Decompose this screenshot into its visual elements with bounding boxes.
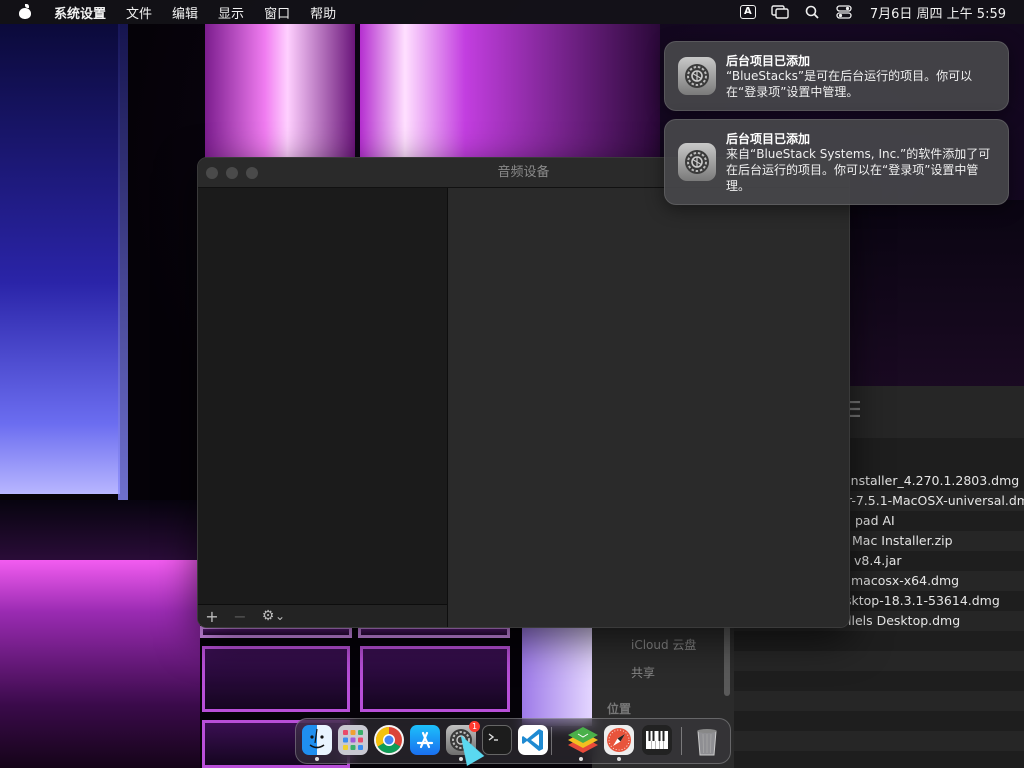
wallpaper-edge <box>118 24 128 504</box>
wallpaper-pillar <box>360 24 660 159</box>
safari-icon[interactable] <box>604 725 634 761</box>
input-method-icon[interactable]: A <box>735 0 761 24</box>
wallpaper-panel-bottom-left <box>0 560 200 768</box>
trash-icon[interactable] <box>692 725 722 756</box>
screen-mirroring-icon[interactable] <box>767 0 793 24</box>
running-indicator <box>579 757 583 761</box>
notification-badge: 1 <box>469 721 480 732</box>
menu-file[interactable]: 文件 <box>116 3 162 22</box>
system-settings-icon <box>678 143 716 181</box>
file-name: llels Desktop.dmg <box>848 613 961 628</box>
finder-icon[interactable] <box>302 725 332 761</box>
system-settings-icon <box>678 57 716 95</box>
list-item <box>734 711 1024 731</box>
app-store-icon[interactable] <box>410 725 440 755</box>
piano-icon[interactable] <box>642 725 672 755</box>
menu-window[interactable]: 窗口 <box>254 3 300 22</box>
list-item <box>734 691 1024 711</box>
finder-sidebar-scrollbar[interactable] <box>724 626 730 696</box>
menu-edit[interactable]: 编辑 <box>162 3 208 22</box>
control-center-icon[interactable] <box>831 0 857 24</box>
notification-title: 后台项目已添加 <box>726 132 811 146</box>
device-list-toolbar: + − ⚙ ⌄ <box>198 604 447 627</box>
wallpaper-panel-right <box>848 200 1024 390</box>
file-name: macosx-x64.dmg <box>851 573 960 588</box>
audio-devices-window: 音频设备 + − ⚙ ⌄ <box>197 157 850 628</box>
chevron-down-icon[interactable]: ⌄ <box>274 609 286 623</box>
menu-app-name[interactable]: 系统设置 <box>44 3 116 22</box>
wallpaper-panel-left <box>0 24 120 494</box>
menu-bar: 系统设置 文件 编辑 显示 窗口 帮助 A 7月6日 周四 上午 5:59 <box>0 0 1024 24</box>
menu-help[interactable]: 帮助 <box>300 3 346 22</box>
list-item <box>734 671 1024 691</box>
notification-banner[interactable]: 后台项目已添加 “BlueStacks”是可在后台运行的项目。你可以在“登录项”… <box>664 41 1009 111</box>
input-method-label: A <box>739 5 756 19</box>
sidebar-item-shared[interactable]: 共享 <box>631 664 655 681</box>
device-list-sidebar[interactable]: + − ⚙ ⌄ <box>198 188 448 627</box>
file-name: Mac Installer.zip <box>852 533 953 548</box>
wallpaper-tile <box>360 646 510 712</box>
device-detail-pane <box>448 188 849 627</box>
bluestacks-icon[interactable] <box>566 725 598 761</box>
wallpaper-tile <box>202 646 350 712</box>
file-name: Installer_4.270.1.2803.dmg <box>847 473 1020 488</box>
list-item <box>734 731 1024 751</box>
sidebar-section-locations: 位置 <box>607 702 632 716</box>
running-indicator <box>617 757 621 761</box>
notification-banner[interactable]: 后台项目已添加 来自“BlueStack Systems, Inc.”的软件添加… <box>664 119 1009 205</box>
wallpaper-pillar <box>205 24 355 159</box>
terminal-icon[interactable] <box>482 725 512 755</box>
spotlight-search-icon[interactable] <box>799 0 825 24</box>
add-device-button[interactable]: + <box>198 607 226 626</box>
file-name: r-7.5.1-MacOSX-universal.dm <box>847 493 1024 508</box>
wallpaper-strip <box>0 500 200 560</box>
sidebar-item-icloud[interactable]: iCloud 云盘 <box>631 636 696 653</box>
notification-body: 来自“BlueStack Systems, Inc.”的软件添加了可在后台运行的… <box>726 147 991 193</box>
list-item <box>734 651 1024 671</box>
list-item <box>734 631 1024 647</box>
file-name: v8.4.jar <box>854 553 902 568</box>
apple-menu-icon[interactable] <box>18 4 32 20</box>
menu-bar-clock[interactable]: 7月6日 周四 上午 5:59 <box>870 3 1006 22</box>
file-name: pad AI <box>855 513 895 528</box>
chrome-icon[interactable] <box>374 725 404 755</box>
vscode-icon[interactable] <box>518 725 548 755</box>
menu-view[interactable]: 显示 <box>208 3 254 22</box>
file-name: sktop-18.3.1-53614.dmg <box>845 593 1000 608</box>
notification-body: “BlueStacks”是可在后台运行的项目。你可以在“登录项”设置中管理。 <box>726 69 973 99</box>
running-indicator <box>315 757 319 761</box>
notification-title: 后台项目已添加 <box>726 54 811 68</box>
remove-device-button[interactable]: − <box>226 607 254 626</box>
wallpaper-glow <box>522 626 592 726</box>
dock-separator <box>681 727 682 755</box>
dock-separator <box>551 727 552 755</box>
dock: 1 <box>295 718 731 764</box>
launchpad-icon[interactable] <box>338 725 368 755</box>
